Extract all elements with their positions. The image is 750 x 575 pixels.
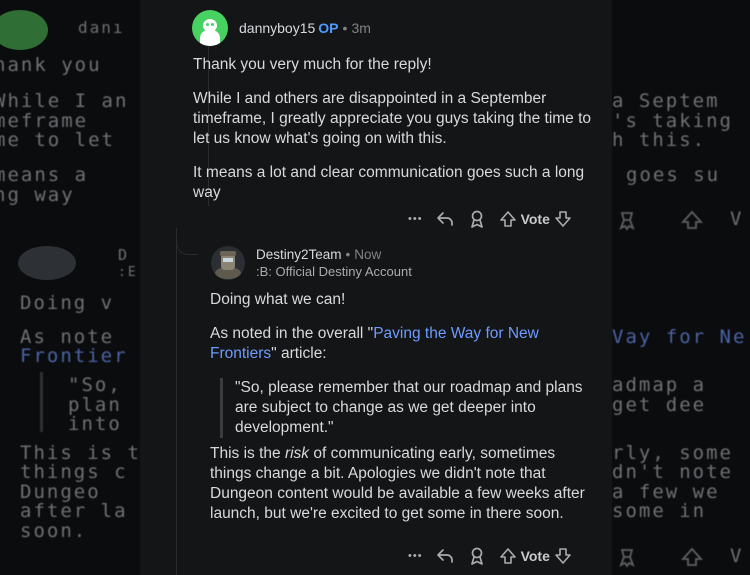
comment-meta: dannyboy15 OP • 3m [239,20,371,36]
comment-body: Doing what we can! As noted in the overa… [210,290,595,538]
bg-line: some in [612,500,707,522]
vote-label: Vote [520,548,550,564]
comment-paragraph: It means a lot and clear communication g… [193,164,585,201]
timestamp: Now [354,247,382,262]
thread-line[interactable] [176,236,177,575]
bg-line: D [118,246,130,264]
bg-quote-bar [40,372,43,432]
avatar-body [200,30,220,46]
upvote-icon[interactable] [499,210,517,228]
comment-paragraph: This is the risk of communicating early,… [210,444,595,524]
comment-actions: ••• Vote [408,546,572,566]
user-flair: :B: Official Destiny Account [256,264,412,279]
bg-line: goes su [626,164,721,186]
bg-line: h this. [612,129,707,151]
vote-control: Vote [499,547,572,565]
bg-line: Doing v [20,292,115,314]
bg-line: Frontier [20,345,128,367]
comment-paragraph: As noted in the overall "Paving the Way … [210,324,595,364]
bg-line: get dee [612,394,707,416]
separator-dot: • [342,20,348,36]
quote-text: "So, please remember that our roadmap an… [235,379,583,436]
comment-meta: Destiny2Team • Now [256,247,381,262]
bg-line: Vay for Ne [612,326,747,348]
bg-line: V [730,208,744,230]
bg-line: danı [78,18,125,37]
reply-icon[interactable] [435,209,455,229]
bg-award-icon [616,209,638,235]
reply-icon[interactable] [435,546,455,566]
user-avatar[interactable] [192,10,228,46]
thread-hook [176,228,197,255]
username[interactable]: dannyboy15 [239,20,315,36]
vote-label: Vote [520,211,550,227]
bg-line: "So, [68,374,122,396]
comment-paragraph: Doing what we can! [210,291,346,308]
more-options-button[interactable]: ••• [408,213,423,225]
comment-paragraph: While I and others are disappointed in a… [193,90,592,147]
bg-line: means a [0,164,89,186]
background-left-text: danı hank you While I an meframe me to l… [0,0,144,575]
upvote-icon[interactable] [499,547,517,565]
bg-line: after la [20,500,128,522]
op-badge: OP [318,20,339,36]
bg-line: admap a [612,374,707,396]
username[interactable]: Destiny2Team [256,247,342,262]
comment-paragraph: Thank you very much for the reply! [193,56,432,73]
bg-line: hank you [0,54,102,76]
text-segment: As noted in the overall " [210,325,374,342]
blockquote: "So, please remember that our roadmap an… [220,378,595,438]
user-avatar[interactable] [211,246,245,280]
comment-body: Thank you very much for the reply! While… [193,55,593,217]
avatar-eye [211,23,214,26]
bg-upvote-icon [680,546,704,572]
award-icon[interactable] [467,546,487,566]
bg-line: soon. [20,520,88,542]
timestamp: 3m [351,20,371,36]
bg-upvote-icon [680,209,704,235]
vote-control: Vote [499,210,572,228]
more-options-button[interactable]: ••• [408,550,423,562]
bg-line: ng way [0,184,75,206]
bg-line: While I an [0,90,129,112]
downvote-icon[interactable] [554,210,572,228]
bg-line: :E [118,265,138,280]
text-segment: " article: [271,345,327,362]
bg-line: V [730,545,744,567]
bg-line: dn't note [612,461,733,483]
emphasis-text: risk [284,445,310,462]
separator-dot: • [345,247,351,262]
bg-line: things c [20,461,128,483]
bg-line: me to let [0,129,115,151]
text-segment: This is the [210,445,285,462]
bg-line: into [68,413,122,435]
comment-actions: ••• Vote [408,209,572,229]
downvote-icon[interactable] [554,547,572,565]
comment-thread-card: dannyboy15 OP • 3m Thank you very much for … [140,0,612,575]
background-right-text: a Septem 's taking h this. goes su Vay f… [612,0,750,575]
bg-line: a Septem [612,90,720,112]
avatar-eye [206,23,209,26]
bg-award-icon [616,546,638,572]
award-icon[interactable] [467,209,487,229]
